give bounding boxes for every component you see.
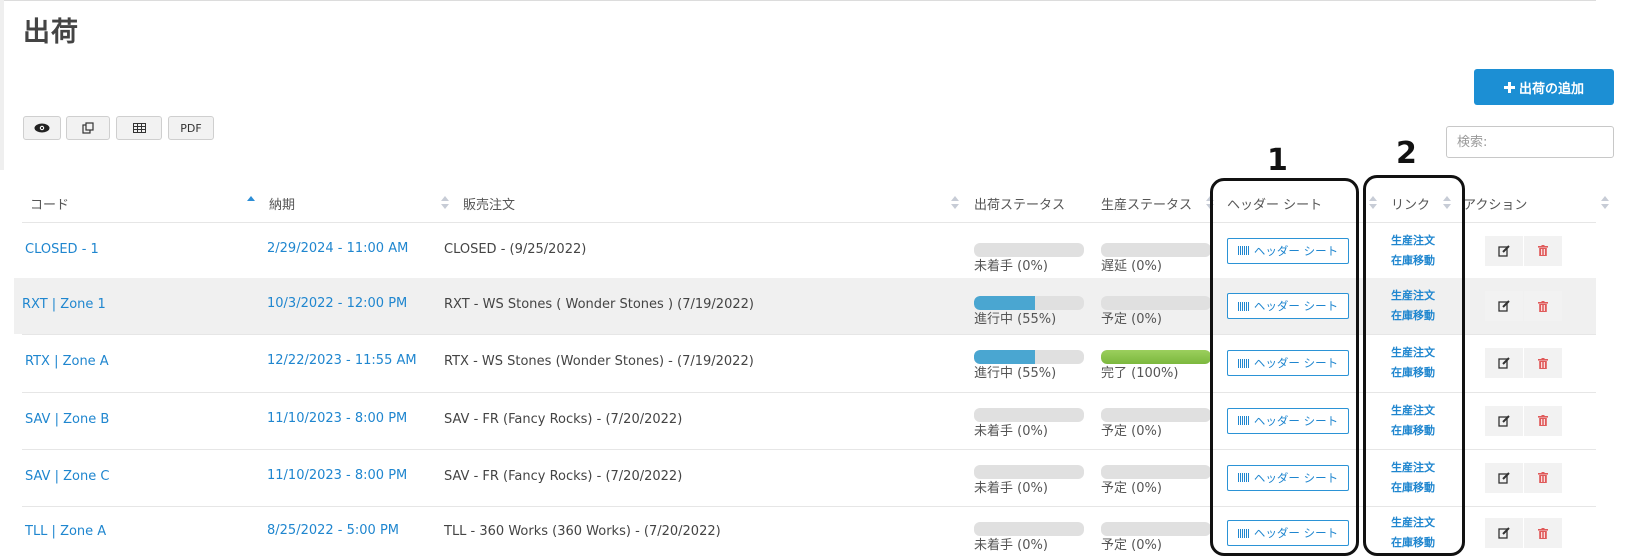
edit-button[interactable] [1485, 518, 1523, 548]
due-date-link[interactable]: 8/25/2022 - 5:00 PM [267, 523, 399, 538]
shipping-status-label: 未着手 (0%) [974, 424, 1048, 439]
shipping-status-label: 進行中 (55%) [974, 312, 1057, 327]
trash-icon [1538, 472, 1548, 483]
sales-order-text: SAV - FR (Fancy Rocks) - (7/20/2022) [444, 411, 683, 427]
shipment-code-link[interactable]: RXT | Zone 1 [22, 297, 106, 312]
edit-icon [1498, 357, 1510, 369]
delete-button[interactable] [1524, 518, 1562, 548]
due-date-link[interactable]: 10/3/2022 - 12:00 PM [267, 296, 407, 311]
sales-order-text: CLOSED - (9/25/2022) [444, 241, 587, 257]
shipping-status-label: 未着手 (0%) [974, 481, 1048, 496]
due-date-link[interactable]: 11/10/2023 - 8:00 PM [267, 468, 407, 483]
trash-icon [1538, 300, 1548, 312]
production-status-label: 遅延 (0%) [1101, 259, 1162, 274]
column-header-due[interactable]: 納期 [269, 194, 295, 213]
shipment-code-link[interactable]: SAV | Zone C [25, 469, 109, 484]
copy-button[interactable] [66, 116, 110, 140]
production-status-label: 予定 (0%) [1101, 312, 1162, 327]
page-title: 出荷 [23, 17, 79, 48]
sales-order-text: RTX - WS Stones (Wonder Stones) - (7/19/… [444, 354, 754, 369]
column-header-shipping-status[interactable]: 出荷ステータス [974, 194, 1065, 213]
sort-icon[interactable] [441, 196, 449, 210]
edit-button[interactable] [1485, 348, 1523, 378]
shipping-status-label: 進行中 (55%) [974, 366, 1057, 381]
delete-button[interactable] [1524, 462, 1562, 493]
sales-order-text: SAV - FR (Fancy Rocks) - (7/20/2022) [444, 468, 683, 484]
shipment-code-link[interactable]: TLL | Zone A [25, 524, 106, 539]
due-date-link[interactable]: 11/10/2023 - 8:00 PM [267, 411, 407, 426]
edit-icon [1498, 244, 1510, 257]
pdf-export-button[interactable]: PDF [168, 116, 214, 140]
grid-icon [132, 123, 146, 133]
shipping-status-label: 未着手 (0%) [974, 259, 1048, 274]
search-input[interactable] [1446, 126, 1614, 158]
edit-button[interactable] [1485, 462, 1523, 493]
delete-button[interactable] [1524, 405, 1562, 436]
top-divider [0, 0, 1596, 1]
row-divider [22, 449, 1596, 450]
due-date-link[interactable]: 12/22/2023 - 11:55 AM [267, 353, 417, 368]
sort-asc-icon[interactable] [247, 196, 255, 210]
delete-button[interactable] [1524, 235, 1562, 266]
excel-export-button[interactable] [116, 116, 162, 140]
trash-icon [1538, 415, 1548, 426]
shipment-code-link[interactable]: RTX | Zone A [25, 354, 109, 369]
shipment-code-link[interactable]: CLOSED - 1 [25, 242, 99, 257]
copy-icon [82, 122, 94, 134]
shipment-code-link[interactable]: SAV | Zone B [25, 412, 109, 427]
edit-button[interactable] [1485, 291, 1523, 321]
edit-button[interactable] [1485, 235, 1523, 266]
trash-icon [1538, 357, 1548, 369]
add-shipment-label: 出荷の追加 [1518, 81, 1584, 97]
left-edge [0, 0, 4, 170]
shipping-status-label: 未着手 (0%) [974, 538, 1048, 553]
production-status-label: 予定 (0%) [1101, 481, 1162, 496]
column-header-production-status[interactable]: 生産ステータス [1101, 194, 1192, 213]
production-status-label: 予定 (0%) [1101, 424, 1162, 439]
header-divider [22, 222, 1596, 223]
row-divider [22, 334, 1596, 335]
column-header-code[interactable]: コード [30, 194, 69, 213]
due-date-link[interactable]: 2/29/2024 - 11:00 AM [267, 241, 408, 256]
sales-order-text: TLL - 360 Works (360 Works) - (7/20/2022… [444, 524, 721, 539]
annotation-box [1210, 178, 1359, 556]
edit-button[interactable] [1485, 405, 1523, 436]
sort-icon[interactable] [1601, 196, 1609, 210]
edit-icon [1498, 300, 1510, 312]
eye-icon [34, 123, 50, 133]
plus-icon [1503, 81, 1515, 93]
edit-icon [1498, 471, 1510, 484]
row-divider [22, 392, 1596, 393]
delete-button[interactable] [1524, 348, 1562, 378]
edit-icon [1498, 414, 1510, 427]
production-status-label: 予定 (0%) [1101, 538, 1162, 553]
add-shipment-button[interactable]: 出荷の追加 [1474, 69, 1614, 105]
edit-icon [1498, 527, 1510, 539]
sort-icon[interactable] [951, 196, 959, 210]
annotation-number: 2 [1396, 136, 1417, 171]
annotation-number: 1 [1267, 143, 1288, 178]
row-divider [22, 506, 1596, 507]
column-header-sales-order[interactable]: 販売注文 [463, 194, 515, 213]
sales-order-text: RXT - WS Stones ( Wonder Stones ) (7/19/… [444, 297, 754, 312]
trash-icon [1538, 527, 1548, 539]
column-visibility-button[interactable] [23, 116, 61, 140]
delete-button[interactable] [1524, 291, 1562, 321]
column-header-actions[interactable]: アクション [1463, 194, 1527, 213]
production-status-label: 完了 (100%) [1101, 366, 1179, 381]
annotation-box [1363, 175, 1465, 556]
trash-icon [1538, 245, 1548, 256]
